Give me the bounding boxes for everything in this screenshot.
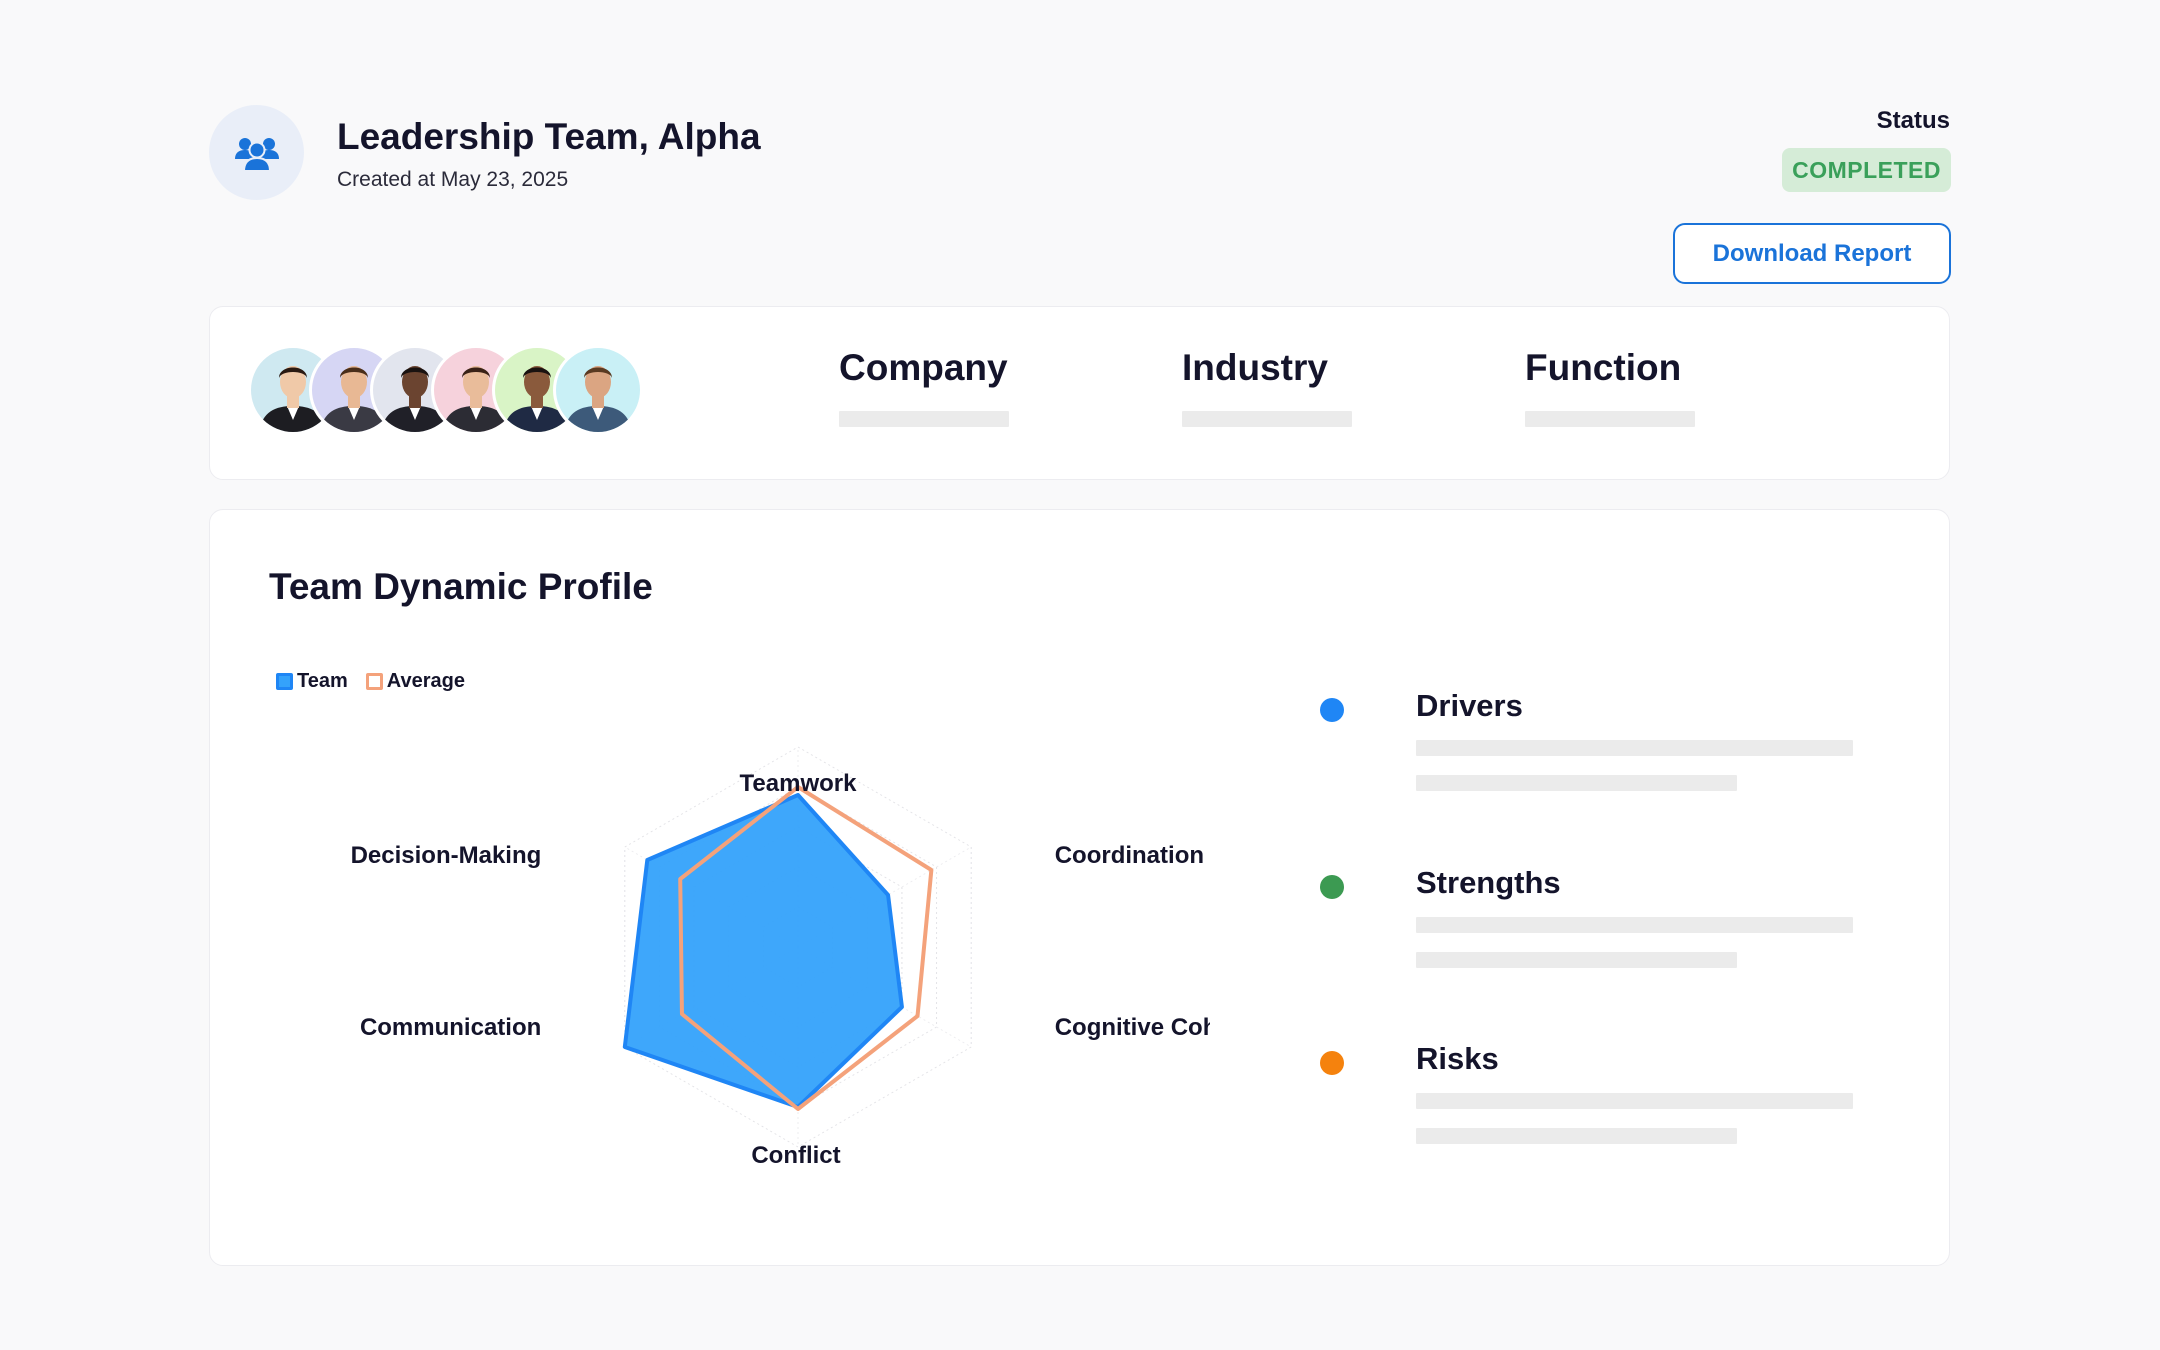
function-label: Function	[1525, 347, 1682, 388]
radar-axis-label: Conflict	[751, 1142, 840, 1169]
company-value-placeholder	[839, 411, 1009, 427]
drivers-placeholder-line	[1416, 775, 1737, 791]
team-report-page: Leadership Team, Alpha Created at May 23…	[0, 0, 2160, 1350]
status-badge: COMPLETED	[1782, 148, 1951, 192]
function-column: Function	[1525, 347, 1695, 427]
radar-axis-label: Coordination	[1055, 842, 1204, 869]
industry-label: Industry	[1182, 347, 1328, 388]
drivers-placeholder-line	[1416, 740, 1853, 756]
function-value-placeholder	[1525, 411, 1695, 427]
strengths-placeholder-line	[1416, 952, 1737, 968]
team-avatar	[209, 105, 304, 200]
status-label: Status	[1876, 107, 1950, 134]
download-report-button[interactable]: Download Report	[1673, 223, 1951, 284]
strengths-title: Strengths	[1416, 865, 1561, 900]
strengths-dot	[1320, 875, 1344, 899]
created-date: Created at May 23, 2025	[337, 168, 569, 191]
company-column: Company	[839, 347, 1009, 427]
person-icon	[564, 366, 632, 432]
page-title: Leadership Team, Alpha	[337, 116, 761, 157]
company-label: Company	[839, 347, 1008, 388]
risks-placeholder-line	[1416, 1128, 1737, 1144]
industry-column: Industry	[1182, 347, 1352, 427]
drivers-dot	[1320, 698, 1344, 722]
radar-axis-label: Cognitive Cohesion	[1055, 1014, 1210, 1041]
industry-value-placeholder	[1182, 411, 1352, 427]
strengths-placeholder-line	[1416, 917, 1853, 933]
team-member-avatars	[248, 345, 668, 437]
risks-title: Risks	[1416, 1041, 1499, 1076]
risks-placeholder-line	[1416, 1093, 1853, 1109]
radar-axis-label: Decision-Making	[351, 842, 542, 869]
team-icon	[234, 137, 279, 172]
team-info-card: Company Industry Function	[209, 306, 1950, 480]
radar-axis-label: Communication	[360, 1014, 541, 1041]
radar-axis-label: Teamwork	[740, 770, 858, 797]
team-dynamic-profile-card: Team Dynamic Profile Team Average Teamwo…	[209, 509, 1950, 1266]
risks-dot	[1320, 1051, 1344, 1075]
team-member-avatar[interactable]	[553, 345, 643, 435]
drivers-title: Drivers	[1416, 688, 1523, 723]
radar-chart: Teamwork Coordination Cognitive Cohesion Co…	[351, 746, 1210, 1169]
